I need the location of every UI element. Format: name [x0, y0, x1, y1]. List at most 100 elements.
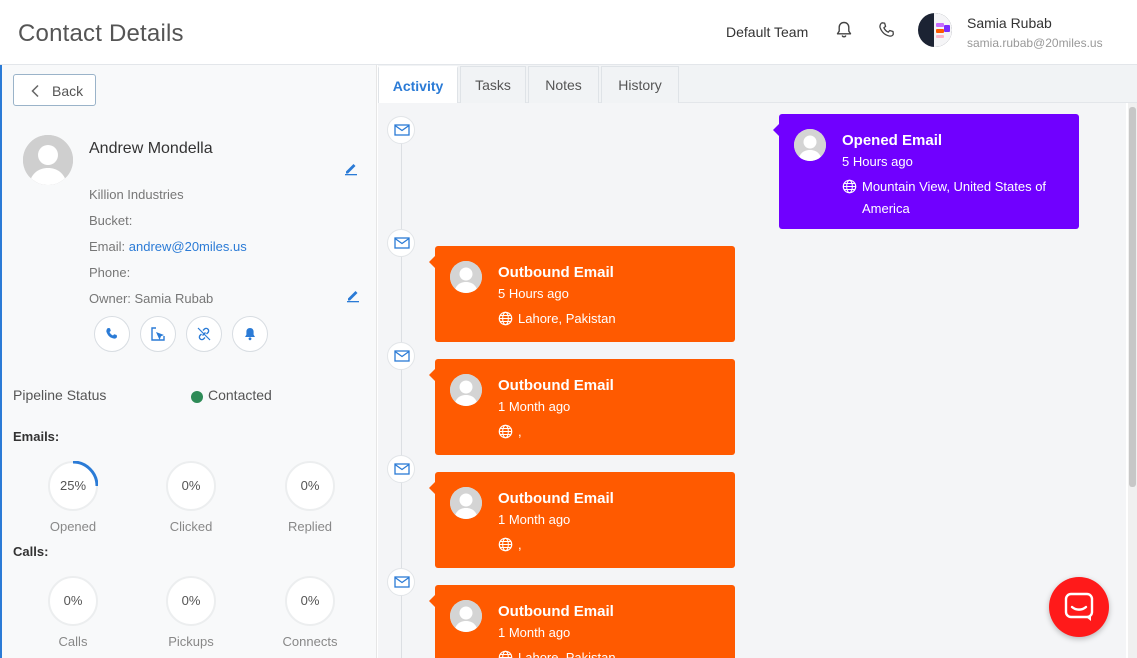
activity-avatar: [794, 129, 826, 161]
phone-icon[interactable]: [877, 20, 897, 40]
phone-field: Phone:: [89, 265, 131, 280]
globe-icon: [498, 650, 513, 658]
activity-avatar: [450, 600, 482, 632]
activity-location-text: ,: [518, 424, 522, 439]
envelope-icon: [394, 576, 410, 588]
activity-title: Outbound Email: [498, 264, 614, 281]
scrollbar-thumb[interactable]: [1129, 107, 1136, 487]
cursor-box-icon: [151, 327, 165, 341]
activity-avatar: [450, 374, 482, 406]
stat-calls: 0% Calls: [33, 576, 113, 649]
globe-icon: [842, 179, 857, 194]
stat-ring: 0%: [166, 576, 216, 626]
bell-icon[interactable]: [834, 20, 854, 40]
activity-time: 5 Hours ago: [498, 286, 569, 301]
activity-time: 1 Month ago: [498, 399, 571, 414]
unlink-button[interactable]: [186, 316, 222, 352]
activity-avatar: [450, 487, 482, 519]
activity-title: Outbound Email: [498, 603, 614, 620]
activity-location: ,: [498, 534, 728, 556]
scrollbar[interactable]: [1128, 103, 1137, 658]
chat-icon: [1064, 592, 1094, 621]
envelope-icon: [394, 463, 410, 475]
back-button[interactable]: Back: [13, 74, 96, 106]
user-avatar[interactable]: [918, 13, 952, 47]
stat-label: Replied: [287, 519, 333, 534]
email-label: Email:: [89, 239, 126, 254]
globe-icon: [498, 311, 513, 326]
calls-section-label: Calls:: [13, 544, 49, 559]
activity-title: Opened Email: [842, 132, 943, 149]
team-selector[interactable]: Default Team: [726, 24, 808, 40]
activity-location-text: Lahore, Pakistan: [518, 650, 616, 658]
activity-card[interactable]: Outbound Email 5 Hours ago Lahore, Pakis…: [429, 246, 735, 342]
card-arrow: [773, 124, 779, 136]
user-email: samia.rubab@20miles.us: [967, 36, 1103, 50]
stat-ring: 0%: [285, 576, 335, 626]
activity-card[interactable]: Outbound Email 1 Month ago ,: [429, 359, 735, 455]
timeline-node: [387, 116, 415, 144]
activity-title: Outbound Email: [498, 490, 614, 507]
tab-notes[interactable]: Notes: [528, 66, 599, 103]
timeline-node: [387, 342, 415, 370]
emails-section-label: Emails:: [13, 429, 60, 444]
stat-label: Pickups: [168, 634, 214, 649]
activity-location-text: ,: [518, 537, 522, 552]
email-link[interactable]: andrew@20miles.us: [129, 239, 247, 254]
cursor-action-button[interactable]: [140, 316, 176, 352]
card-arrow: [429, 595, 435, 607]
globe-icon: [498, 424, 513, 439]
stat-ring: 0%: [285, 461, 335, 511]
activity-location: Lahore, Pakistan: [498, 308, 728, 330]
pipeline-status-label: Pipeline Status: [13, 387, 107, 403]
tab-activity[interactable]: Activity: [378, 66, 458, 103]
call-button[interactable]: [94, 316, 130, 352]
tab-bar: Activity Tasks Notes History: [378, 65, 1137, 103]
stat-ring: 25%: [48, 461, 98, 511]
envelope-icon: [394, 237, 410, 249]
activity-card[interactable]: Outbound Email 1 Month ago Lahore, Pakis…: [429, 585, 735, 658]
edit-owner-icon[interactable]: [345, 287, 361, 303]
pipeline-status-dot: [191, 391, 203, 403]
company-name: Killion Industries: [89, 187, 184, 202]
stat-clicked: 0% Clicked: [151, 461, 231, 534]
card-arrow: [429, 482, 435, 494]
top-header: Contact Details Default Team Samia Rubab…: [0, 0, 1137, 65]
stat-value: 0%: [181, 478, 201, 493]
activity-location: Mountain View, United States of America: [842, 176, 1072, 220]
activity-avatar: [450, 261, 482, 293]
user-name: Samia Rubab: [967, 15, 1052, 31]
tab-tasks[interactable]: Tasks: [460, 66, 526, 103]
activity-timeline: Opened Email 5 Hours ago Mountain View, …: [378, 103, 1126, 658]
back-label: Back: [52, 83, 84, 99]
stat-value: 0%: [181, 593, 201, 608]
activity-time: 1 Month ago: [498, 625, 571, 640]
envelope-icon: [394, 350, 410, 362]
stat-value: 0%: [300, 478, 320, 493]
stat-pickups: 0% Pickups: [151, 576, 231, 649]
stat-label: Calls: [58, 634, 88, 649]
globe-icon: [498, 537, 513, 552]
envelope-icon: [394, 124, 410, 136]
pipeline-status-value[interactable]: Contacted: [208, 387, 272, 403]
activity-time: 1 Month ago: [498, 512, 571, 527]
timeline-node: [387, 568, 415, 596]
chevron-left-icon: [31, 84, 39, 98]
stat-ring: 0%: [48, 576, 98, 626]
email-field: Email: andrew@20miles.us: [89, 239, 247, 254]
tab-history[interactable]: History: [601, 66, 679, 103]
card-arrow: [429, 369, 435, 381]
notify-button[interactable]: [232, 316, 268, 352]
stat-value: 0%: [300, 593, 320, 608]
activity-location: ,: [498, 421, 728, 443]
stat-opened: 25% Opened: [33, 461, 113, 534]
card-arrow: [429, 256, 435, 268]
contact-avatar: [23, 135, 73, 185]
activity-location-text: Mountain View, United States of America: [862, 179, 1047, 216]
timeline-node: [387, 229, 415, 257]
activity-card[interactable]: Outbound Email 1 Month ago ,: [429, 472, 735, 568]
activity-location: Lahore, Pakistan: [498, 647, 728, 658]
chat-launcher-button[interactable]: [1049, 577, 1109, 637]
edit-name-icon[interactable]: [343, 160, 359, 176]
activity-card[interactable]: Opened Email 5 Hours ago Mountain View, …: [773, 114, 1079, 229]
